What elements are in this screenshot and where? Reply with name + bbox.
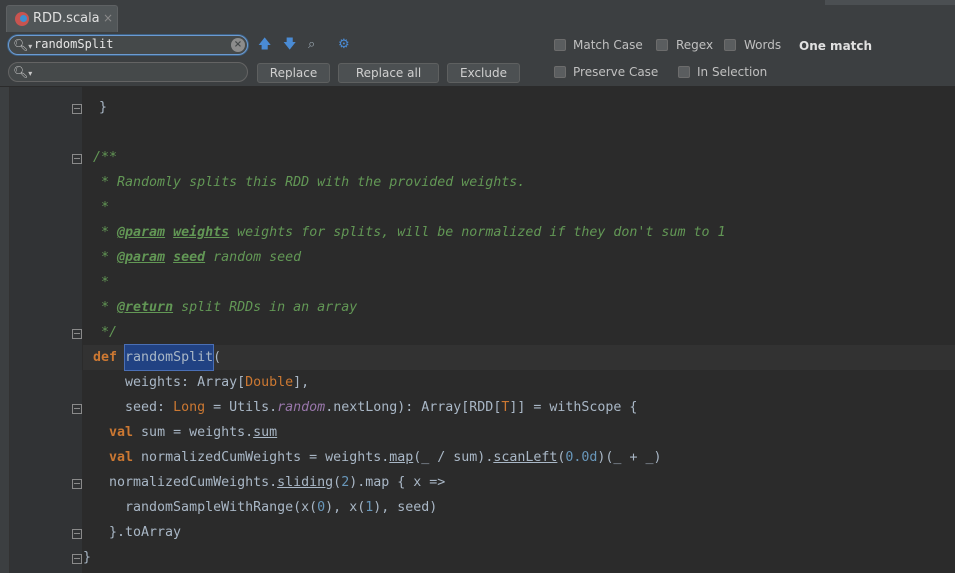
match-case-checkbox[interactable] [554, 39, 566, 51]
fold-marker[interactable] [72, 529, 82, 539]
code-line: } [83, 550, 92, 565]
tab-label: RDD.scala [33, 11, 100, 26]
code-line: randomSampleWithRange(x(0), x(1), seed) [93, 500, 438, 515]
words-label[interactable]: Words [744, 38, 781, 52]
code-line-current: def randomSplit( [83, 344, 955, 371]
fold-marker[interactable] [72, 154, 82, 164]
code-line: * @param seed random seed [93, 250, 302, 265]
code-line: val normalizedCumWeights = weights.map(_… [109, 450, 662, 465]
code-line: weights: Array[Double], [93, 375, 310, 390]
code-line: * Randomly splits this RDD with the prov… [93, 175, 526, 190]
code-line: */ [93, 325, 118, 340]
code-line: * @param weights weights for splits, wil… [93, 225, 726, 240]
code-line: * [93, 275, 110, 290]
tool-window-strip[interactable] [0, 87, 10, 573]
editor-gutter[interactable] [10, 87, 82, 573]
search-icon[interactable]: 🔍︎ [13, 38, 32, 52]
fold-marker[interactable] [72, 104, 82, 114]
tab-rdd-scala[interactable]: RDD.scala × [6, 5, 118, 32]
tab-bar-corner [825, 0, 955, 5]
search-input[interactable]: 🔍︎ randomSplit × [8, 35, 248, 55]
previous-occurrence-icon[interactable]: 🡅 [258, 37, 271, 53]
regex-checkbox[interactable] [656, 39, 668, 51]
code-line: * @return split RDDs in an array [93, 300, 358, 315]
find-all-icon[interactable]: ⌕ [308, 37, 315, 53]
replace-all-button[interactable]: Replace all [338, 63, 439, 83]
fold-marker[interactable] [72, 479, 82, 489]
preserve-case-checkbox[interactable] [554, 66, 566, 78]
clear-icon[interactable]: × [231, 38, 245, 52]
code-line: /** [93, 150, 118, 165]
code-line: seed: Long = Utils.random.nextLong): Arr… [93, 400, 638, 415]
close-icon[interactable]: × [103, 11, 113, 25]
search-match-highlight: randomSplit [124, 344, 215, 371]
settings-gear-icon[interactable]: ⚙ [338, 37, 350, 53]
code-line: val sum = weights.sum [109, 425, 278, 440]
match-count-status: One match [799, 39, 873, 53]
words-checkbox[interactable] [724, 39, 736, 51]
code-line: * [93, 200, 110, 215]
match-case-label[interactable]: Match Case [573, 38, 643, 52]
scala-file-icon [15, 12, 29, 26]
code-line: } [83, 100, 108, 115]
fold-marker[interactable] [72, 404, 82, 414]
replace-input[interactable]: 🔍︎ [8, 62, 248, 82]
exclude-button[interactable]: Exclude [447, 63, 520, 83]
in-selection-checkbox[interactable] [678, 66, 690, 78]
search-query[interactable]: randomSplit [34, 37, 113, 51]
preserve-case-label[interactable]: Preserve Case [573, 65, 658, 79]
code-line: normalizedCumWeights.sliding(2).map { x … [93, 475, 446, 490]
find-replace-bar: 🔍︎ randomSplit × 🡅 🡇 ⌕ ⚙ 🔍︎ Replace Repl… [0, 32, 955, 87]
code-line: }.toArray [93, 525, 182, 540]
fold-marker[interactable] [72, 554, 82, 564]
next-occurrence-icon[interactable]: 🡇 [283, 37, 296, 53]
replace-button[interactable]: Replace [257, 63, 330, 83]
code-editor[interactable]: } /** * Randomly splits this RDD with th… [83, 87, 955, 573]
regex-label[interactable]: Regex [676, 38, 713, 52]
search-icon[interactable]: 🔍︎ [13, 65, 32, 79]
in-selection-label[interactable]: In Selection [697, 65, 767, 79]
fold-marker[interactable] [72, 329, 82, 339]
editor-tab-bar: RDD.scala × [0, 0, 955, 33]
